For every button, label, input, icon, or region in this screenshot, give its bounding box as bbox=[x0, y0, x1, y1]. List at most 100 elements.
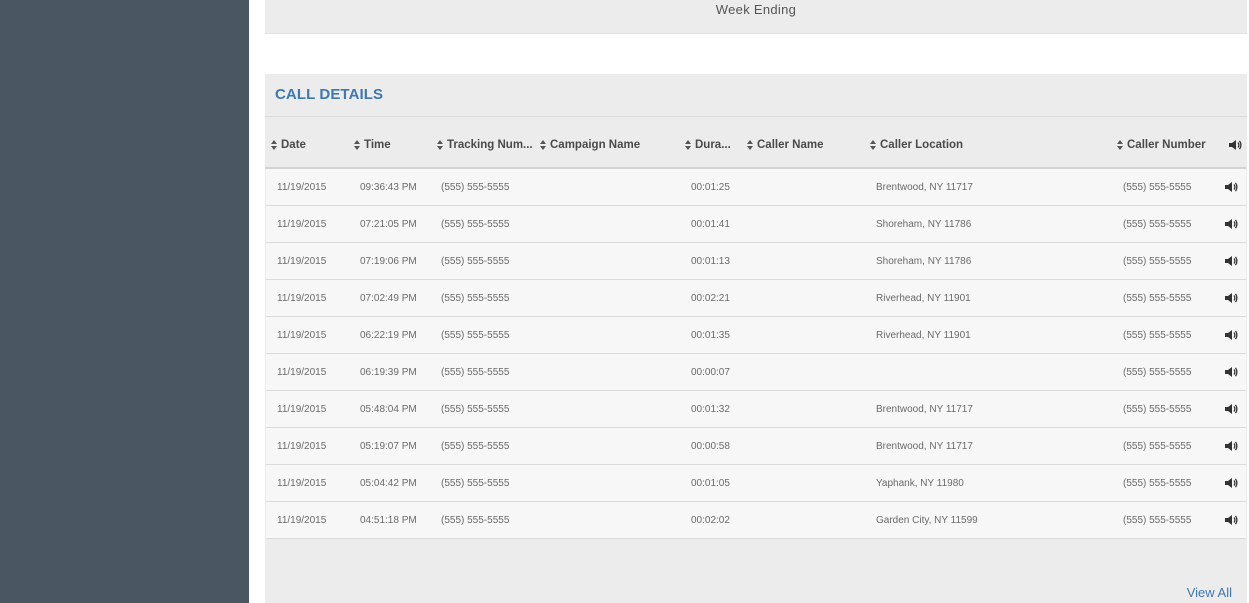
play-recording-speaker-icon[interactable] bbox=[1224, 181, 1238, 193]
cell-tracking: (555) 555-5555 bbox=[441, 515, 510, 526]
column-header-date[interactable]: Date bbox=[271, 139, 306, 151]
play-recording-speaker-icon[interactable] bbox=[1224, 477, 1238, 489]
cell-duration: 00:01:25 bbox=[691, 182, 730, 193]
cell-duration: 00:02:02 bbox=[691, 515, 730, 526]
cell-caller-location: Shoreham, NY 11786 bbox=[876, 219, 972, 230]
table-row[interactable]: 11/19/2015 05:19:07 PM (555) 555-5555 00:00… bbox=[266, 428, 1246, 465]
view-all-link[interactable]: View All bbox=[1187, 585, 1232, 600]
play-recording-speaker-icon[interactable] bbox=[1224, 440, 1238, 452]
cell-time: 06:22:19 PM bbox=[360, 330, 417, 341]
cell-tracking: (555) 555-5555 bbox=[441, 182, 510, 193]
cell-caller-number: (555) 555-5555 bbox=[1123, 330, 1192, 341]
sidebar bbox=[0, 0, 249, 603]
sort-icon bbox=[271, 140, 277, 150]
cell-duration: 00:02:21 bbox=[691, 293, 730, 304]
cell-duration: 00:01:13 bbox=[691, 256, 730, 267]
cell-tracking: (555) 555-5555 bbox=[441, 367, 510, 378]
sort-icon bbox=[540, 140, 546, 150]
cell-caller-location: Brentwood, NY 11717 bbox=[876, 441, 973, 452]
cell-date: 11/19/2015 bbox=[277, 256, 327, 267]
cell-caller-number: (555) 555-5555 bbox=[1123, 293, 1192, 304]
cell-tracking: (555) 555-5555 bbox=[441, 404, 510, 415]
table-row[interactable]: 11/19/2015 07:02:49 PM (555) 555-5555 00:02… bbox=[266, 280, 1246, 317]
cell-date: 11/19/2015 bbox=[277, 182, 327, 193]
cell-caller-number: (555) 555-5555 bbox=[1123, 478, 1192, 489]
column-header-caller-name[interactable]: Caller Name bbox=[747, 139, 823, 151]
column-header-campaign-name[interactable]: Campaign Name bbox=[540, 139, 640, 151]
column-header-tracking-number[interactable]: Tracking Num... bbox=[437, 139, 533, 151]
play-recording-speaker-icon[interactable] bbox=[1224, 366, 1238, 378]
table-row[interactable]: 11/19/2015 05:04:42 PM (555) 555-5555 00:01… bbox=[266, 465, 1246, 502]
cell-caller-location: Riverhead, NY 11901 bbox=[876, 293, 971, 304]
play-recording-speaker-icon[interactable] bbox=[1224, 218, 1238, 230]
cell-caller-number: (555) 555-5555 bbox=[1123, 182, 1192, 193]
cell-time: 05:48:04 PM bbox=[360, 404, 417, 415]
table-row[interactable]: 11/19/2015 06:22:19 PM (555) 555-5555 00:01… bbox=[266, 317, 1246, 354]
cell-caller-number: (555) 555-5555 bbox=[1123, 367, 1192, 378]
cell-duration: 00:01:32 bbox=[691, 404, 730, 415]
play-recording-speaker-icon[interactable] bbox=[1224, 329, 1238, 341]
cell-time: 05:19:07 PM bbox=[360, 441, 417, 452]
cell-duration: 00:00:07 bbox=[691, 367, 730, 378]
table-row[interactable]: 11/19/2015 05:48:04 PM (555) 555-5555 00:01… bbox=[266, 391, 1246, 428]
cell-time: 07:19:06 PM bbox=[360, 256, 417, 267]
cell-caller-number: (555) 555-5555 bbox=[1123, 441, 1192, 452]
cell-date: 11/19/2015 bbox=[277, 478, 327, 489]
cell-caller-number: (555) 555-5555 bbox=[1123, 515, 1192, 526]
play-recording-speaker-icon[interactable] bbox=[1224, 255, 1238, 267]
cell-date: 11/19/2015 bbox=[277, 219, 327, 230]
play-recording-speaker-icon[interactable] bbox=[1224, 514, 1238, 526]
cell-duration: 00:01:41 bbox=[691, 219, 730, 230]
cell-time: 07:02:49 PM bbox=[360, 293, 417, 304]
cell-date: 11/19/2015 bbox=[277, 330, 327, 341]
call-details-panel: CALL DETAILS Date Time Tracking Num... C… bbox=[265, 74, 1247, 603]
sort-icon bbox=[747, 140, 753, 150]
cell-tracking: (555) 555-5555 bbox=[441, 219, 510, 230]
cell-time: 09:36:43 PM bbox=[360, 182, 417, 193]
cell-duration: 00:01:05 bbox=[691, 478, 730, 489]
cell-caller-number: (555) 555-5555 bbox=[1123, 404, 1192, 415]
table-row[interactable]: 11/19/2015 07:19:06 PM (555) 555-5555 00:01… bbox=[266, 243, 1246, 280]
cell-tracking: (555) 555-5555 bbox=[441, 330, 510, 341]
cell-caller-number: (555) 555-5555 bbox=[1123, 219, 1192, 230]
cell-date: 11/19/2015 bbox=[277, 367, 327, 378]
cell-caller-number: (555) 555-5555 bbox=[1123, 256, 1192, 267]
cell-caller-location: Garden City, NY 11599 bbox=[876, 515, 978, 526]
cell-time: 05:04:42 PM bbox=[360, 478, 417, 489]
speaker-icon bbox=[1229, 140, 1242, 150]
table-row[interactable]: 11/19/2015 04:51:18 PM (555) 555-5555 00:02… bbox=[266, 502, 1246, 539]
week-ending-panel: Week Ending bbox=[265, 0, 1247, 34]
table-row[interactable]: 11/19/2015 06:19:39 PM (555) 555-5555 00:00… bbox=[266, 354, 1246, 391]
cell-tracking: (555) 555-5555 bbox=[441, 478, 510, 489]
cell-tracking: (555) 555-5555 bbox=[441, 441, 510, 452]
sort-icon bbox=[685, 140, 691, 150]
cell-duration: 00:00:58 bbox=[691, 441, 730, 452]
sort-icon bbox=[870, 140, 876, 150]
panel-title: CALL DETAILS bbox=[275, 86, 384, 103]
column-header-caller-location[interactable]: Caller Location bbox=[870, 139, 963, 151]
table-row[interactable]: 11/19/2015 09:36:43 PM (555) 555-5555 00:01… bbox=[266, 169, 1246, 206]
cell-time: 06:19:39 PM bbox=[360, 367, 417, 378]
table-row[interactable]: 11/19/2015 07:21:05 PM (555) 555-5555 00:01… bbox=[266, 206, 1246, 243]
column-header-duration[interactable]: Dura... bbox=[685, 139, 731, 151]
cell-duration: 00:01:35 bbox=[691, 330, 730, 341]
cell-date: 11/19/2015 bbox=[277, 293, 327, 304]
cell-caller-location: Brentwood, NY 11717 bbox=[876, 404, 973, 415]
cell-date: 11/19/2015 bbox=[277, 441, 327, 452]
cell-caller-location: Brentwood, NY 11717 bbox=[876, 182, 973, 193]
week-ending-label: Week Ending bbox=[715, 2, 797, 17]
cell-caller-location: Shoreham, NY 11786 bbox=[876, 256, 972, 267]
cell-tracking: (555) 555-5555 bbox=[441, 256, 510, 267]
cell-date: 11/19/2015 bbox=[277, 404, 327, 415]
cell-tracking: (555) 555-5555 bbox=[441, 293, 510, 304]
sort-icon bbox=[1117, 140, 1123, 150]
table-header: Date Time Tracking Num... Campaign Name … bbox=[265, 117, 1246, 169]
cell-date: 11/19/2015 bbox=[277, 515, 327, 526]
play-recording-speaker-icon[interactable] bbox=[1224, 403, 1238, 415]
column-header-time[interactable]: Time bbox=[354, 139, 391, 151]
cell-caller-location: Yaphank, NY 11980 bbox=[876, 478, 964, 489]
sort-icon bbox=[437, 140, 443, 150]
play-recording-speaker-icon[interactable] bbox=[1224, 292, 1238, 304]
column-header-caller-number[interactable]: Caller Number bbox=[1117, 139, 1206, 151]
cell-time: 04:51:18 PM bbox=[360, 515, 417, 526]
